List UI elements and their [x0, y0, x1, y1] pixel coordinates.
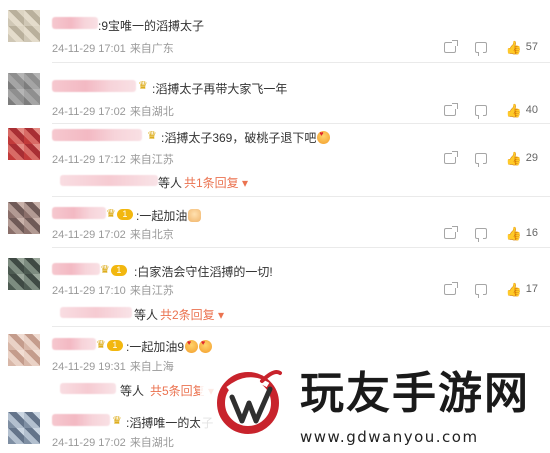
share-icon[interactable]: [443, 150, 458, 164]
comment-location: 来自湖北: [129, 106, 174, 118]
heart-eyes-emoji: [185, 340, 199, 353]
comment-meta: 24-11-29 17:02 来自湖北: [52, 434, 174, 450]
comment-meta: 24-11-29 17:02 来自湖北: [52, 103, 174, 119]
username-redacted[interactable]: [52, 207, 106, 219]
comment-actions: 👍 16: [425, 225, 538, 242]
comment-date: 24-11-29 17:02: [52, 437, 126, 449]
comment-location: 来自湖北: [129, 437, 174, 449]
share-icon[interactable]: [443, 281, 458, 295]
comment-actions: 👍 17: [425, 281, 538, 298]
comment-icon[interactable]: [474, 41, 487, 56]
comment-text: :滔搏太子再带大家飞一年: [152, 82, 288, 96]
thumbs-up-icon[interactable]: 👍: [506, 283, 522, 296]
view-replies-link[interactable]: 共2条回复 ▾: [160, 306, 224, 323]
avatar[interactable]: [8, 202, 40, 234]
comment-actions: 👍 40: [425, 102, 538, 119]
comment-icon[interactable]: [474, 104, 487, 119]
comment-icon[interactable]: [474, 283, 487, 298]
username-redacted[interactable]: [52, 338, 96, 350]
like-count: 16: [525, 227, 538, 239]
comment-icon[interactable]: [474, 152, 487, 167]
comment-date: 24-11-29 17:10: [52, 285, 126, 297]
comment-date: 24-11-29 17:02: [52, 229, 126, 241]
comment-text: :白家浩会守住滔搏的一切!: [134, 265, 273, 279]
thumbs-up-icon[interactable]: 👍: [506, 41, 522, 54]
share-icon[interactable]: [443, 102, 458, 116]
reply-users-suffix: 等人: [134, 308, 159, 322]
comment-location: 来自江苏: [129, 154, 174, 166]
divider: [52, 326, 550, 327]
comment-meta: 24-11-29 17:01 来自广东: [52, 40, 174, 56]
level-badge: 1: [116, 209, 133, 220]
view-replies-link[interactable]: 共1条回复 ▾: [184, 174, 248, 191]
level-badge: 1: [106, 340, 123, 351]
comment-text: :9宝唯一的滔搏太子: [98, 19, 205, 33]
divider: [52, 247, 550, 248]
avatar[interactable]: [8, 258, 40, 290]
watermark-title: 玩友手游网: [300, 368, 530, 419]
heart-eyes-emoji: [317, 131, 331, 144]
comment-location: 来自北京: [129, 229, 174, 241]
avatar[interactable]: [8, 334, 40, 366]
comment-location: 来自上海: [129, 361, 174, 373]
avatar[interactable]: [8, 128, 40, 160]
comment-icon[interactable]: [474, 227, 487, 242]
divider: [52, 62, 550, 63]
divider: [52, 123, 550, 124]
crown-icon: ♛ 1: [96, 338, 123, 351]
reply-users-suffix: 等人: [158, 176, 183, 190]
reply-users-redacted: [60, 175, 158, 186]
reply-users-redacted: [60, 307, 132, 318]
comment-date: 24-11-29 17:02: [52, 106, 126, 118]
comment-date: 24-11-29 19:31: [52, 361, 126, 373]
share-icon[interactable]: [443, 225, 458, 239]
avatar[interactable]: [8, 10, 40, 42]
thumbs-up-icon[interactable]: 👍: [506, 227, 522, 240]
comment-date: 24-11-29 17:01: [52, 43, 126, 55]
crown-icon: ♛: [138, 80, 148, 92]
like-count: 17: [525, 283, 538, 295]
avatar[interactable]: [8, 412, 40, 444]
thumbs-up-icon[interactable]: 👍: [506, 104, 522, 117]
comment-meta: 24-11-29 17:12 来自江苏: [52, 151, 174, 167]
site-watermark: 玩友手游网 www.gdwanyou.com: [200, 358, 550, 453]
like-count: 29: [525, 152, 538, 164]
reply-users-redacted: [60, 383, 116, 394]
fist-emoji: [188, 209, 202, 222]
comment-location: 来自广东: [129, 43, 174, 55]
level-badge: 1: [110, 265, 127, 276]
heart-eyes-emoji: [199, 340, 213, 353]
comment-text: :一起加油9: [126, 338, 213, 355]
comment-date: 24-11-29 17:12: [52, 154, 126, 166]
username-redacted[interactable]: [52, 129, 142, 141]
comment-actions: 👍 57: [425, 39, 538, 56]
chevron-down-icon: ▾: [218, 308, 225, 322]
crown-icon: ♛ 1: [100, 263, 127, 276]
username-redacted[interactable]: [52, 80, 136, 92]
comment-text: :一起加油: [136, 207, 202, 224]
share-icon[interactable]: [443, 39, 458, 53]
comment-location: 来自江苏: [129, 285, 174, 297]
comment-actions: 👍 29: [425, 150, 538, 167]
comment-meta: 24-11-29 17:10 来自江苏: [52, 282, 174, 298]
thumbs-up-icon[interactable]: 👍: [506, 152, 522, 165]
chevron-down-icon: ▾: [242, 176, 249, 190]
like-count: 40: [525, 104, 538, 116]
crown-icon: ♛ 1: [106, 207, 133, 220]
comment-meta: 24-11-29 19:31 来自上海: [52, 358, 174, 374]
username-redacted[interactable]: [52, 263, 100, 275]
divider: [52, 196, 550, 197]
comment-text: :滔搏太子369，破桃子退下吧: [161, 129, 331, 146]
crown-icon: ♛: [112, 415, 122, 427]
watermark-url: www.gdwanyou.com: [300, 428, 479, 446]
like-count: 57: [525, 41, 538, 53]
username-redacted[interactable]: [52, 17, 98, 29]
reply-users-suffix: 等人: [120, 384, 145, 398]
crown-icon: ♛: [147, 130, 157, 142]
site-logo-icon: [217, 370, 282, 434]
username-redacted[interactable]: [52, 414, 110, 426]
avatar[interactable]: [8, 73, 40, 105]
comment-meta: 24-11-29 17:02 来自北京: [52, 226, 174, 242]
